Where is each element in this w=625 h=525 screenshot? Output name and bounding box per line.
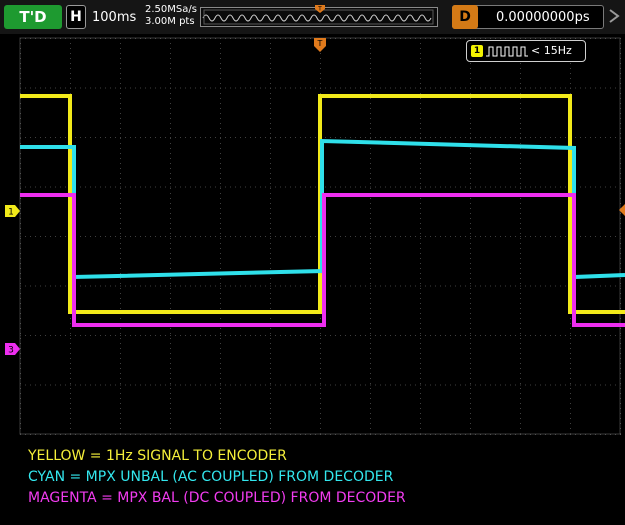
status-bar: T'D H 100ms 2.50MSa/s 3.00M pts T D 0.00… bbox=[0, 0, 625, 34]
ch3-trace bbox=[20, 193, 625, 327]
ch3-marker[interactable]: 3 bbox=[5, 343, 20, 356]
acquisition-info: 2.50MSa/s 3.00M pts bbox=[145, 4, 197, 28]
delay-value: 0.00000000ps bbox=[496, 10, 590, 25]
waveform-display[interactable]: T 1 3 1 < 15Hz bbox=[0, 34, 625, 435]
trigger-status-text: T'D bbox=[19, 8, 47, 26]
horizontal-label: H bbox=[70, 9, 82, 25]
memory-depth-indicator: T bbox=[200, 5, 438, 27]
waveform-svg: T 1 3 bbox=[5, 37, 625, 435]
memory-depth: 3.00M pts bbox=[145, 16, 195, 27]
sample-rate: 2.50MSa/s bbox=[145, 4, 197, 15]
ch1-marker[interactable]: 1 bbox=[5, 205, 20, 218]
caption-magenta: MAGENTA = MPX BAL (DC COUPLED) FROM DECO… bbox=[28, 490, 406, 506]
ch1-marker-label: 1 bbox=[8, 208, 14, 218]
delay-label: D bbox=[459, 9, 471, 25]
ch3-marker-label: 3 bbox=[8, 346, 14, 356]
trigger-channel-badge: 1 bbox=[471, 45, 483, 57]
pulse-train-icon bbox=[486, 46, 528, 57]
caption-cyan: CYAN = MPX UNBAL (AC COUPLED) FROM DECOD… bbox=[28, 469, 394, 485]
trigger-frequency-box[interactable]: 1 < 15Hz bbox=[466, 40, 586, 62]
svg-text:T: T bbox=[317, 6, 322, 13]
trigger-status-badge[interactable]: T'D bbox=[4, 5, 62, 29]
timebase-value[interactable]: 100ms bbox=[92, 10, 136, 25]
trigger-marker[interactable]: T bbox=[314, 38, 326, 52]
caption-yellow: YELLOW = 1Hz SIGNAL TO ENCODER bbox=[28, 448, 287, 464]
trigger-marker-label: T bbox=[317, 39, 323, 48]
trigger-frequency: < 15Hz bbox=[531, 44, 572, 57]
scroll-arrow-icon[interactable] bbox=[606, 2, 625, 32]
delay-badge[interactable]: D bbox=[452, 5, 478, 29]
waveform-ch3 bbox=[20, 193, 625, 327]
caption: YELLOW = 1Hz SIGNAL TO ENCODER CYAN = MP… bbox=[28, 446, 406, 509]
trigger-position-icon: T bbox=[315, 5, 325, 13]
horizontal-badge[interactable]: H bbox=[66, 5, 86, 29]
